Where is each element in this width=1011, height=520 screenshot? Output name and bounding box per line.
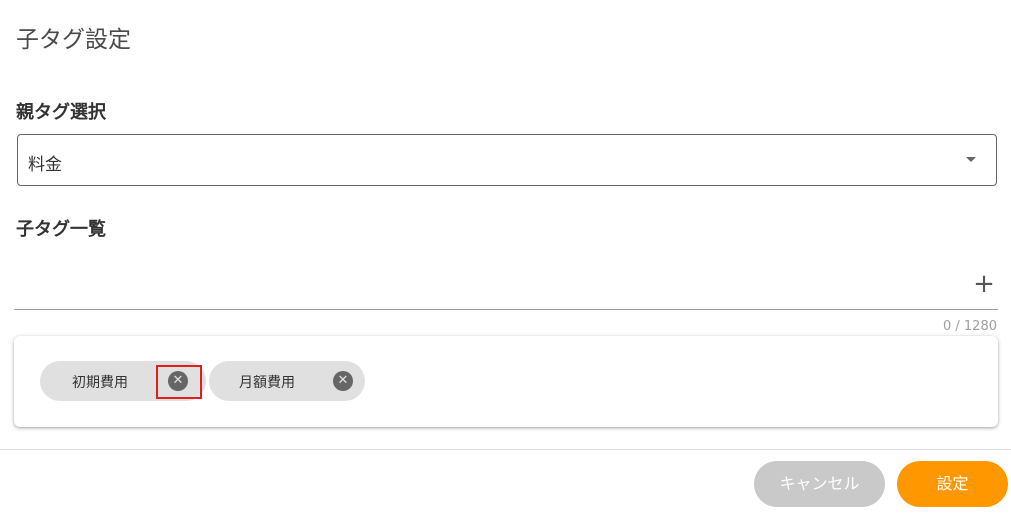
parent-tag-selected-value: 料金 — [28, 155, 62, 175]
chip-label: 月額費用 — [239, 375, 295, 391]
child-tags-label: 子タグ一覧 — [16, 219, 106, 240]
chip-close-icon[interactable]: ✕ — [333, 371, 353, 391]
chip-container: 初期費用 ✕ 月額費用 ✕ — [14, 336, 998, 427]
child-tag-input-underline — [14, 309, 998, 310]
parent-tag-select[interactable]: 料金 — [17, 134, 997, 186]
character-counter: 0 / 1280 — [943, 319, 997, 334]
submit-button[interactable]: 設定 — [897, 461, 1008, 507]
footer-divider — [0, 449, 1011, 450]
dropdown-caret-icon[interactable] — [966, 157, 976, 162]
cancel-button[interactable]: キャンセル — [754, 461, 885, 507]
dialog-title: 子タグ設定 — [16, 27, 131, 53]
chip-getsugaku-hiyou[interactable]: 月額費用 ✕ — [209, 361, 365, 401]
chip-label: 初期費用 — [72, 375, 128, 391]
child-tag-input[interactable] — [14, 260, 964, 308]
parent-tag-label: 親タグ選択 — [16, 102, 106, 123]
highlight-box — [156, 365, 202, 399]
add-icon[interactable]: + — [970, 270, 998, 298]
